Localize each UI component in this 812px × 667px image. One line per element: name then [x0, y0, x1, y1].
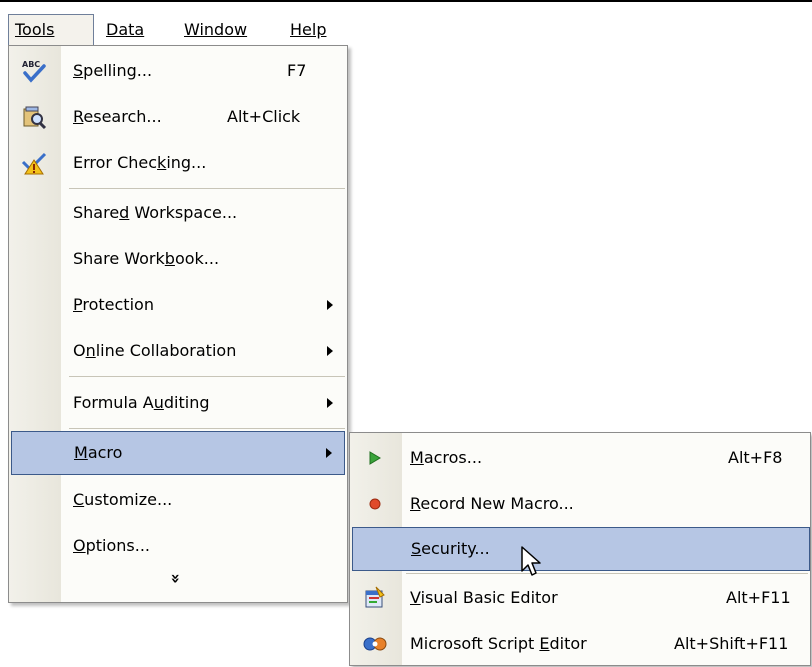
menu-item-research[interactable]: Research... Alt+Click	[9, 94, 347, 140]
expand-chevron-icon: »	[166, 573, 186, 584]
share-workbook-label: Share Workbook...	[73, 249, 220, 268]
menubar-help[interactable]: Help	[284, 14, 332, 46]
formula-auditing-label: Formula Auditing	[73, 393, 210, 412]
shared-workspace-label: Shared Workspace...	[73, 203, 238, 222]
submenu-item-record-new-macro[interactable]: Record New Macro...	[350, 481, 810, 527]
play-icon	[369, 451, 381, 465]
menu-item-error-checking[interactable]: Error Checking...	[9, 140, 347, 186]
macros-shortcut: Alt+F8	[728, 448, 783, 467]
submenu-item-visual-basic-editor[interactable]: Visual Basic Editor Alt+F11	[350, 575, 810, 621]
visual-basic-editor-label: Visual Basic Editor	[410, 588, 558, 607]
online-collaboration-label: Online Collaboration	[73, 341, 237, 360]
menubar-data-label: Data	[106, 20, 145, 39]
submenu-arrow-icon	[327, 300, 333, 310]
menu-item-spelling[interactable]: ABC Spelling... F7	[9, 48, 347, 94]
menubar-window-label: Window	[184, 20, 248, 39]
protection-label: Protection	[73, 295, 154, 314]
submenu-item-microsoft-script-editor[interactable]: Microsoft Script Editor Alt+Shift+F11	[350, 621, 810, 667]
macros-label: Macros...	[410, 448, 483, 467]
menubar-data[interactable]: Data	[100, 14, 150, 46]
research-book-magnifier-icon	[23, 106, 47, 130]
menu-item-customize[interactable]: Customize...	[9, 477, 347, 523]
submenu-item-macros[interactable]: Macros... Alt+F8	[350, 435, 810, 481]
menu-separator	[69, 376, 345, 377]
submenu-arrow-icon	[326, 448, 332, 458]
menu-expand-button[interactable]: »	[9, 563, 347, 599]
menubar-tools[interactable]: Tools	[8, 14, 94, 46]
menubar-help-label: Help	[290, 20, 327, 39]
menu-separator	[69, 428, 345, 429]
menu-separator	[406, 573, 808, 574]
error-checking-icon	[21, 152, 47, 175]
svg-text:ABC: ABC	[22, 60, 40, 69]
customize-label: Customize...	[73, 490, 173, 509]
submenu-arrow-icon	[327, 346, 333, 356]
window-top-border	[0, 0, 812, 2]
visual-basic-editor-icon	[365, 586, 385, 608]
menu-item-macro[interactable]: Macro	[11, 431, 345, 475]
spelling-shortcut: F7	[287, 61, 307, 80]
tools-menu: ABC Spelling... F7 Research... Alt+Click…	[8, 45, 348, 603]
record-new-macro-label: Record New Macro...	[410, 494, 574, 513]
macro-submenu: Macros... Alt+F8 Record New Macro... Sec…	[349, 432, 811, 666]
submenu-arrow-icon	[327, 398, 333, 408]
research-shortcut: Alt+Click	[227, 107, 301, 126]
research-label: Research...	[73, 107, 162, 126]
menu-separator	[69, 188, 345, 189]
submenu-item-security[interactable]: Security...	[352, 527, 810, 571]
spelling-abc-check-icon: ABC	[22, 60, 46, 83]
menu-item-formula-auditing[interactable]: Formula Auditing	[9, 380, 347, 426]
menubar-window[interactable]: Window	[178, 14, 253, 46]
microsoft-script-editor-shortcut: Alt+Shift+F11	[674, 634, 789, 653]
script-editor-icon	[363, 637, 387, 651]
spelling-label: Spelling...	[73, 61, 153, 80]
menu-item-protection[interactable]: Protection	[9, 282, 347, 328]
mouse-cursor-icon	[521, 546, 541, 576]
menu-item-online-collaboration[interactable]: Online Collaboration	[9, 328, 347, 374]
record-icon	[369, 498, 381, 510]
visual-basic-editor-shortcut: Alt+F11	[726, 588, 791, 607]
microsoft-script-editor-label: Microsoft Script Editor	[410, 634, 587, 653]
menu-item-share-workbook[interactable]: Share Workbook...	[9, 236, 347, 282]
macro-label: Macro	[74, 443, 123, 462]
security-label: Security...	[411, 539, 490, 558]
menubar-tools-label: Tools	[15, 20, 55, 39]
error-checking-label: Error Checking...	[73, 153, 207, 172]
menu-item-shared-workspace[interactable]: Shared Workspace...	[9, 190, 347, 236]
